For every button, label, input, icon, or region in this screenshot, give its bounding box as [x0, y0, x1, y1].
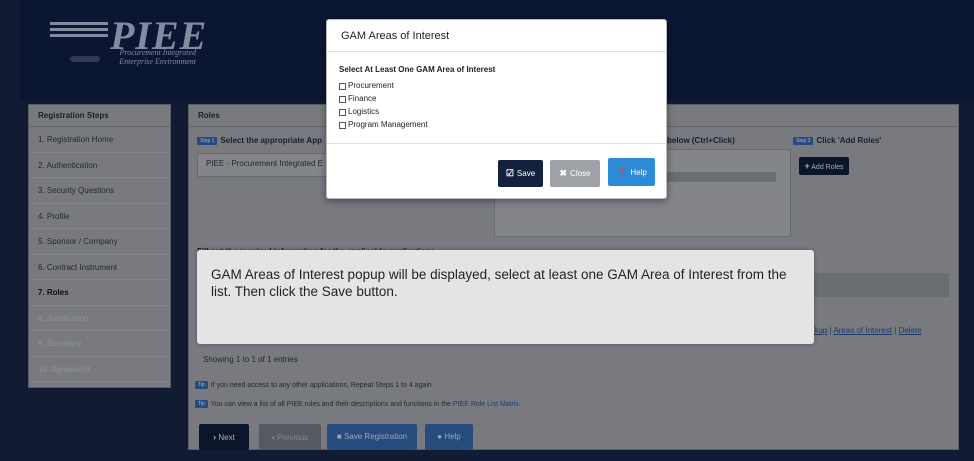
modal-help-button[interactable]: ❓ Help: [608, 158, 655, 186]
modal-title: GAM Areas of Interest: [327, 20, 666, 52]
checkbox[interactable]: [339, 95, 346, 103]
modal-prompt: Select At Least One GAM Area of Interest: [339, 65, 496, 74]
modal-help-label: Help: [630, 167, 647, 177]
gam-option[interactable]: Program Management: [339, 118, 654, 131]
checkbox[interactable]: [339, 108, 346, 116]
gam-option[interactable]: Finance: [339, 92, 654, 105]
modal-body: Select At Least One GAM Area of Interest…: [327, 52, 666, 144]
tutorial-tooltip: GAM Areas of Interest popup will be disp…: [197, 250, 814, 344]
options-list: Procurement Finance Logistics Program Manag…: [339, 79, 654, 131]
modal-close-button[interactable]: ✖ Close: [550, 160, 600, 187]
gam-option-label: Program Management: [348, 120, 428, 129]
gam-option-label: Procurement: [348, 81, 394, 90]
page: PIEE Procurement Integrated Enterprise E…: [0, 0, 974, 461]
checkbox[interactable]: [339, 82, 346, 90]
check-square-icon: ☑: [505, 168, 514, 178]
gam-option[interactable]: Logistics: [339, 105, 654, 118]
close-icon: ✖: [559, 168, 568, 178]
gam-option-label: Logistics: [348, 107, 380, 116]
modal-save-label: Save: [516, 169, 536, 178]
gam-option[interactable]: Procurement: [339, 79, 654, 92]
modal-close-label: Close: [570, 169, 591, 178]
gam-option-label: Finance: [348, 94, 377, 103]
question-circle-icon: ❓: [616, 166, 628, 177]
checkbox[interactable]: [339, 121, 346, 129]
gam-areas-modal: GAM Areas of Interest Select At Least On…: [326, 19, 667, 199]
modal-save-button[interactable]: ☑ Save: [498, 160, 543, 187]
